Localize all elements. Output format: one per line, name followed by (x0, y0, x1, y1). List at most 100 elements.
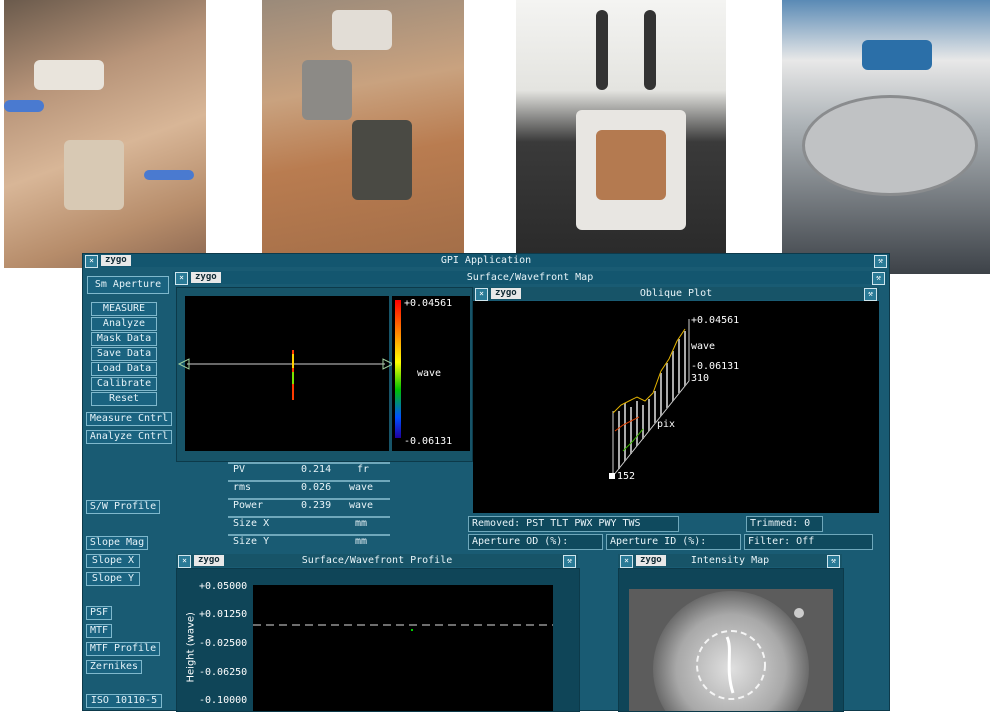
stat-row-pv: PV 0.214 fr (228, 462, 390, 475)
scale-max-label: +0.04561 (404, 298, 453, 309)
scale-min-label: -0.06131 (404, 436, 453, 447)
load-data-button[interactable]: Load Data (91, 362, 157, 376)
wrench-icon[interactable]: ⚒ (563, 555, 576, 568)
app-title: GPI Application (440, 255, 532, 266)
photo-workpiece-fixture (516, 0, 726, 258)
psf-button[interactable]: PSF (86, 606, 112, 620)
fixture-post (596, 10, 608, 90)
oblique-plot-title-bar: × zygo Oblique Plot ⚒ (473, 287, 879, 301)
measure-button[interactable]: MEASURE (91, 302, 157, 316)
profile-tick-label: +0.01250 (199, 609, 248, 620)
removed-terms: Removed: PST TLT PWX PWY TWS (468, 516, 679, 532)
slope-x-button[interactable]: Slope X (86, 554, 140, 568)
scale-unit-label: wave (417, 368, 442, 379)
oblique-plot-title: Oblique Plot (639, 288, 713, 299)
profile-panel: Height (wave) +0.05000 +0.01250 -0.02500… (176, 568, 580, 712)
photo-polishing-bowl (782, 0, 990, 274)
oblique-origin-marker (609, 473, 615, 479)
slope-y-button[interactable]: Slope Y (86, 572, 140, 586)
stat-row-rms: rms 0.026 wave (228, 480, 390, 493)
calibrate-button[interactable]: Calibrate (91, 377, 157, 391)
oblique-x-max-label: 152 (617, 471, 636, 482)
slope-mag-button[interactable]: Slope Mag (86, 536, 148, 550)
stat-name: Power (233, 500, 264, 511)
wrench-icon[interactable]: ⚒ (872, 272, 885, 285)
profile-y-axis-label: Height (wave) (185, 612, 197, 683)
aperture-od-field[interactable]: Aperture OD (%): (468, 534, 603, 550)
profile-title: Surface/Wavefront Profile (301, 555, 453, 566)
stat-value: 0.026 (301, 482, 332, 493)
analyze-button[interactable]: Analyze (91, 317, 157, 331)
polishing-tool (352, 120, 412, 200)
stat-name: PV (233, 464, 246, 475)
stat-value: 0.214 (301, 464, 332, 475)
workpiece (64, 140, 124, 210)
intensity-map-image[interactable] (629, 589, 833, 711)
stat-name: Size Y (233, 536, 270, 547)
mtf-profile-button[interactable]: MTF Profile (86, 642, 160, 656)
profile-tick-label: -0.02500 (199, 638, 248, 649)
app-title-bar: × zygo GPI Application ⚒ (83, 254, 889, 268)
save-data-button[interactable]: Save Data (91, 347, 157, 361)
sw-profile-button[interactable]: S/W Profile (86, 500, 160, 514)
color-scale-bar (395, 300, 401, 438)
stat-value: 0.239 (301, 500, 332, 511)
profile-plot[interactable] (253, 585, 553, 711)
polishing-bowl (802, 95, 978, 196)
oblique-x-label: pix (657, 419, 676, 430)
trimmed-value: Trimmed: 0 (746, 516, 823, 532)
analyze-cntrl-button[interactable]: Analyze Cntrl (86, 430, 172, 444)
blue-hose (4, 100, 44, 112)
wrench-icon[interactable]: ⚒ (864, 288, 877, 301)
wrench-icon[interactable]: ⚒ (874, 255, 887, 268)
wrench-icon[interactable]: ⚒ (827, 555, 840, 568)
profile-tick-label: -0.06250 (199, 667, 248, 678)
oblique-plot-canvas[interactable]: +0.04561 wave -0.06131 310 pix 152 (473, 301, 879, 513)
blue-hose (144, 170, 194, 180)
machine-arm (34, 60, 104, 90)
surface-map-canvas (185, 296, 389, 451)
stat-row-power: Power 0.239 wave (228, 498, 390, 511)
stat-unit: mm (355, 536, 368, 547)
profile-plot-background (253, 585, 553, 711)
oblique-z-min-label: -0.06131 (691, 361, 740, 372)
surface-map-title: Surface/Wavefront Map (466, 272, 594, 283)
iso-10110-5-button[interactable]: ISO 10110-5 (86, 694, 162, 708)
measure-cntrl-button[interactable]: Measure Cntrl (86, 412, 172, 426)
profile-title-bar: × zygo Surface/Wavefront Profile ⚒ (176, 554, 578, 568)
filter-field[interactable]: Filter: Off (744, 534, 873, 550)
stat-unit: fr (357, 464, 370, 475)
oblique-z-max-label: +0.04561 (691, 315, 740, 326)
intensity-panel (618, 568, 844, 712)
stat-name: Size X (233, 518, 270, 529)
stat-unit: wave (349, 500, 374, 511)
zernikes-button[interactable]: Zernikes (86, 660, 142, 674)
profile-data-point (411, 629, 413, 631)
surface-map-panel: +0.04561 wave -0.06131 (176, 287, 473, 462)
machine-head (332, 10, 392, 50)
machine-frame (862, 40, 932, 70)
oblique-y-max-label: 310 (691, 373, 710, 384)
sm-aperture-button[interactable]: Sm Aperture (87, 276, 169, 294)
intensity-title: Intensity Map (690, 555, 770, 566)
photo-polishing-machine-2 (262, 0, 464, 258)
stat-unit: wave (349, 482, 374, 493)
spindle (302, 60, 352, 120)
aperture-id-field[interactable]: Aperture ID (%): (606, 534, 741, 550)
gpi-application-window: × zygo GPI Application ⚒ Sm Aperture MEA… (82, 253, 890, 712)
stat-row-size-x: Size X mm (228, 516, 390, 529)
surface-map-title-bar: × zygo Surface/Wavefront Map ⚒ (173, 271, 887, 285)
intensity-title-bar: × zygo Intensity Map ⚒ (618, 554, 842, 568)
fixture-post (644, 10, 656, 90)
oblique-z-unit-label: wave (691, 341, 716, 352)
stat-row-size-y: Size Y mm (228, 534, 390, 547)
profile-tick-label: +0.05000 (199, 581, 248, 592)
mask-data-button[interactable]: Mask Data (91, 332, 157, 346)
workpiece (596, 130, 666, 200)
photo-polishing-machine-1 (4, 0, 206, 268)
oblique-surface-bars (618, 331, 686, 469)
intensity-artifact (794, 608, 804, 618)
stat-unit: mm (355, 518, 368, 529)
reset-button[interactable]: Reset (91, 392, 157, 406)
mtf-button[interactable]: MTF (86, 624, 112, 638)
